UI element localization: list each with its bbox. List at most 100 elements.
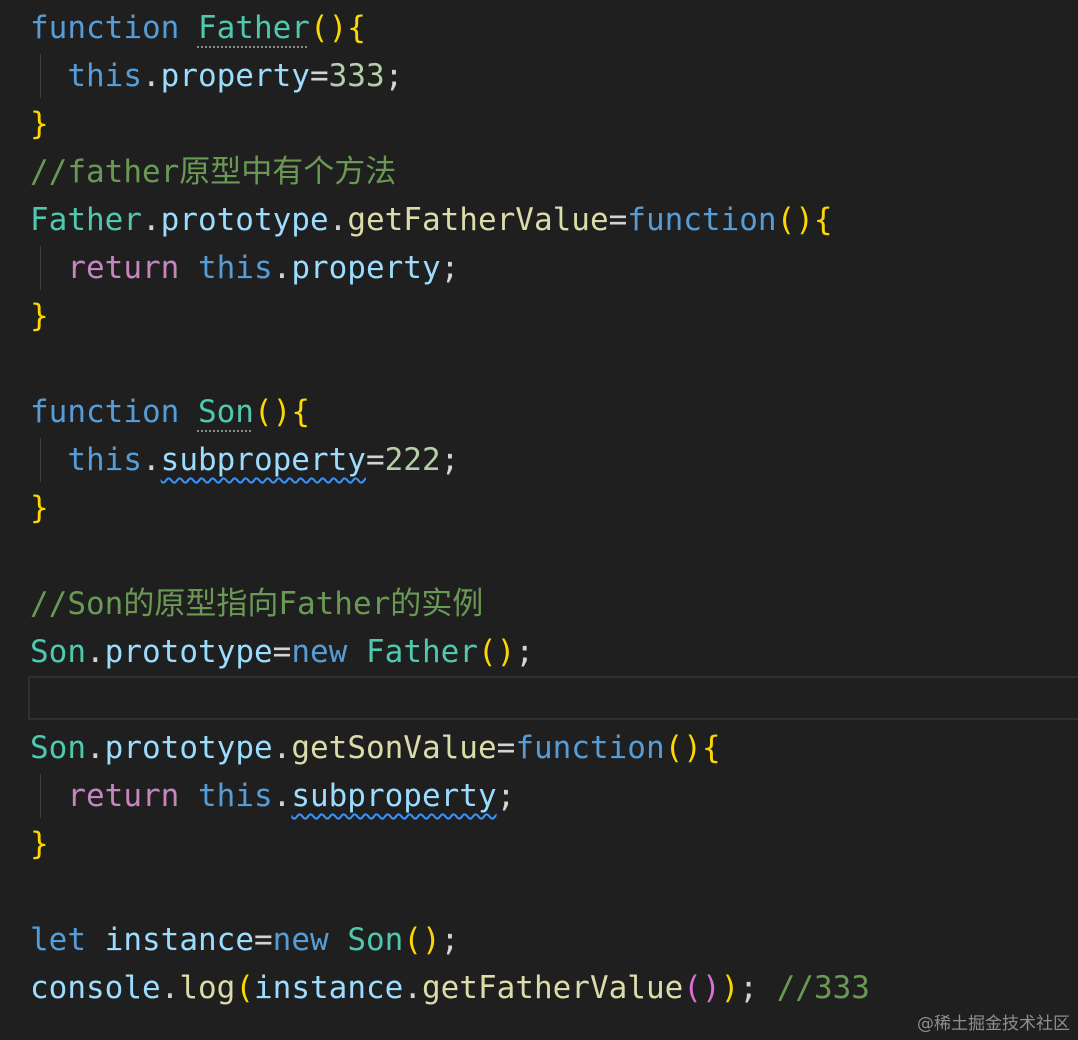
code-line[interactable]: Son.prototype=new Father(); [30,628,534,676]
code-token: () [309,10,348,46]
code-token: getFatherValue [347,202,609,238]
code-token: prototype [104,730,273,766]
code-token: Son [30,730,86,766]
code-token: property [160,58,310,94]
code-token: ( [235,970,254,1006]
code-token: = [309,58,329,94]
code-token: Son [30,634,86,670]
code-editor[interactable]: function Father(){ this.property=333;}//… [0,0,1078,1040]
code-token: let [30,922,86,958]
code-line[interactable]: Son.prototype.getSonValue=function(){ [30,724,721,772]
code-token: ; [384,58,404,94]
code-line[interactable]: this.subproperty=222; [30,436,459,484]
code-token: Father [30,202,142,238]
code-token: = [496,730,516,766]
code-token: ; [440,442,460,478]
code-token: //333 [776,970,870,1006]
code-token: { [347,10,366,46]
code-line[interactable]: this.property=333; [30,52,403,100]
code-token: function [30,10,180,46]
code-token: } [30,298,49,334]
code-token: prototype [160,202,329,238]
code-token: this [197,778,273,814]
code-token: () [477,634,516,670]
code-token: function [30,394,180,430]
code-token: . [86,634,105,670]
code-token: { [813,202,833,238]
code-token: . [86,730,105,766]
code-token: () [776,202,814,238]
code-line[interactable]: function Son(){ [30,388,310,436]
code-token: function [515,730,665,766]
code-token: //father原型中有个方法 [30,154,397,190]
code-token: () [683,970,721,1006]
code-token: Son [197,394,254,430]
code-token: prototype [104,634,273,670]
code-line[interactable]: } [30,292,49,340]
code-token: subproperty [291,778,497,814]
code-token: () [253,394,292,430]
code-token: property [291,250,441,286]
code-token: = [272,634,292,670]
code-token: //Son的原型指向Father的实例 [30,586,484,622]
code-token: subproperty [160,442,366,478]
code-token: . [141,202,161,238]
code-line[interactable]: //Son的原型指向Father的实例 [30,580,483,628]
code-line[interactable]: Father.prototype.getFatherValue=function… [30,196,833,244]
current-line-highlight [28,676,1078,720]
code-token: Father [366,634,478,670]
code-line[interactable]: return this.subproperty; [30,772,515,820]
code-token: this [67,442,142,478]
code-token: . [141,58,161,94]
code-token: . [141,442,161,478]
code-line[interactable]: console.log(instance.getFatherValue()); … [30,964,870,1012]
code-token: 222 [384,442,441,478]
code-line[interactable]: function Father(){ [30,4,366,52]
code-token: getFatherValue [421,970,684,1006]
code-token: function [627,202,777,238]
code-token: ; [440,922,460,958]
code-line[interactable]: //father原型中有个方法 [30,148,396,196]
code-token: . [403,970,422,1006]
code-token: 333 [328,58,385,94]
code-token: log [179,970,236,1006]
code-token: { [291,394,310,430]
watermark: @稀土掘金技术社区 [917,1014,1070,1034]
code-token: . [272,730,292,766]
code-line[interactable]: } [30,484,49,532]
code-token: console [30,970,161,1006]
code-token: . [328,202,348,238]
code-line[interactable]: let instance=new Son(); [30,916,459,964]
code-token: return [67,250,180,286]
code-token: this [67,58,142,94]
code-token: . [272,250,292,286]
code-token: () [403,922,441,958]
code-token: ; [440,250,460,286]
code-token: instance [254,970,404,1006]
code-token: } [30,826,49,862]
code-token: ) [720,970,740,1006]
code-token: . [160,970,180,1006]
code-token: new [291,634,348,670]
code-line[interactable]: } [30,100,49,148]
code-token: . [272,778,292,814]
code-token: Son [347,922,404,958]
code-line[interactable]: } [30,820,49,868]
code-token: new [272,922,329,958]
code-line[interactable]: return this.property; [30,244,459,292]
code-token: = [608,202,628,238]
code-token: this [197,250,273,286]
code-token: { [701,730,721,766]
code-token: } [30,106,49,142]
